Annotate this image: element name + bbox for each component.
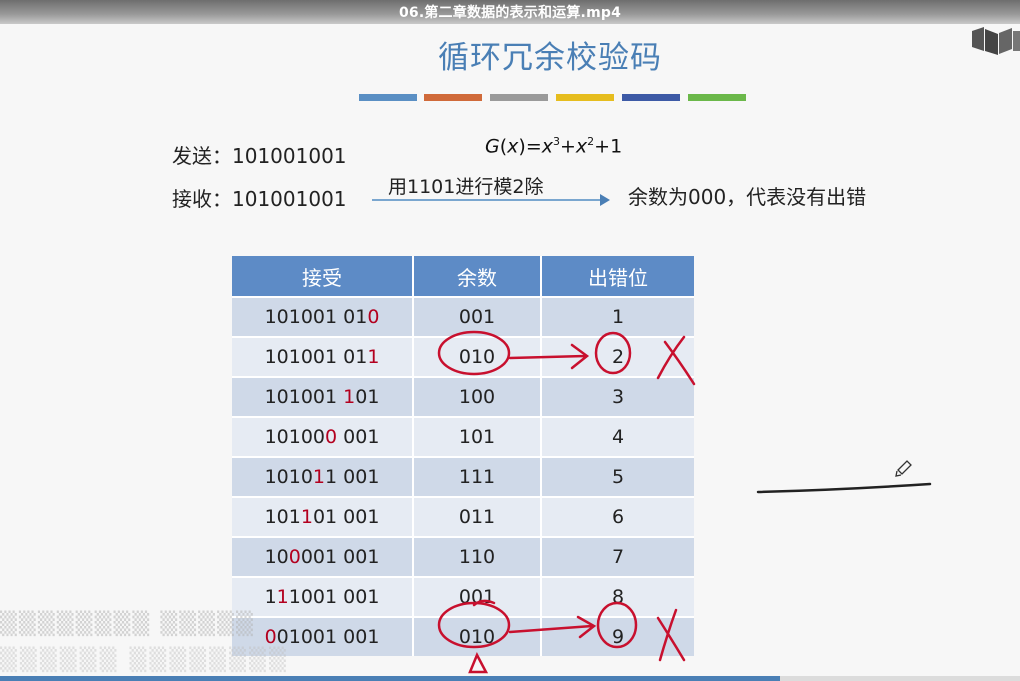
received-bits-after: 01 [355, 386, 380, 408]
send-label: 发送： [172, 144, 232, 168]
received-bits-before: 101 [264, 506, 301, 528]
send-value: 101001001 [232, 144, 347, 168]
error-position-cell: 1 [542, 296, 694, 336]
column-header-received: 接受 [232, 256, 414, 296]
received-code: 101001 010 [232, 296, 414, 336]
video-filename: 06.第二章数据的表示和运算.mp4 [398, 5, 622, 21]
table-row: 101000 001 101 4 [232, 416, 694, 456]
received-code: 101001 011 [232, 336, 414, 376]
error-position-cell: 7 [542, 536, 694, 576]
received-code: 100001 001 [232, 536, 414, 576]
received-bits-after: 01 001 [312, 506, 380, 528]
remainder-cell: 010 [414, 336, 542, 376]
accent-bar [490, 94, 548, 101]
error-bit: 1 [367, 346, 380, 368]
received-bits-before: 101001 01 [264, 346, 368, 368]
receive-row: 接收：101001001 [172, 183, 347, 212]
received-bits-after: 001 001 [300, 546, 380, 568]
received-bits-after: 1001 001 [288, 586, 380, 608]
error-bit: 0 [367, 306, 380, 328]
error-bit: 1 [343, 386, 356, 408]
received-bits-before: 1010 [264, 466, 313, 488]
remainder-cell: 001 [414, 296, 542, 336]
result-text: 余数为000，代表没有出错 [628, 185, 867, 209]
accent-bar [359, 94, 417, 101]
table-row: 001001 001 010 9 [232, 616, 694, 656]
watermark-glyphs-2: ▒▒▒▒▒▒ ▒▒▒▒▒▒▒▒ [0, 648, 289, 673]
pen-cursor-icon [895, 460, 912, 477]
received-bits-after: 1 001 [325, 466, 380, 488]
received-code: 111001 001 [232, 576, 414, 616]
remainder-cell: 001 [414, 576, 542, 616]
arrow-right-icon [600, 194, 610, 206]
error-bit: 1 [276, 586, 289, 608]
pen-underline [756, 482, 932, 494]
remainder-cell: 111 [414, 456, 542, 496]
received-code: 101011 001 [232, 456, 414, 496]
received-bits-before: 101001 [264, 386, 344, 408]
received-bits-before: 10100 [264, 426, 326, 448]
video-progress-bar[interactable] [0, 676, 1020, 681]
received-bits-after: 01001 001 [276, 626, 380, 648]
column-header-remainder: 余数 [414, 256, 542, 296]
delta-mark [468, 652, 489, 674]
accent-bar [556, 94, 614, 101]
slide-title: 循环冗余校验码 [438, 40, 662, 76]
error-bit: 1 [312, 466, 326, 488]
error-bit: 0 [264, 626, 277, 648]
table-row: 101001 011 010 2 [232, 336, 694, 376]
received-bits-before: 10 [264, 546, 289, 568]
table-row: 101101 001 011 6 [232, 496, 694, 536]
error-table: 接受 余数 出错位 101001 010 001 1 101001 011 010 2 10… [232, 256, 694, 656]
watermark-text-2: ▒▒▒▒▒▒ ▒▒▒▒▒▒▒▒ [0, 648, 289, 673]
video-progress-fill [0, 676, 781, 681]
received-bits-after: 001 [337, 426, 380, 448]
error-position-cell: 3 [542, 376, 694, 416]
send-row: 发送：101001001 [172, 140, 347, 169]
video-title-bar: 06.第二章数据的表示和运算.mp4 [0, 0, 1020, 24]
watermark-text: ▒▒▒▒▒▒▒▒ ▒▒▒▒▒ [0, 612, 255, 637]
received-bits-before: 1 [264, 586, 277, 608]
remainder-cell: 101 [414, 416, 542, 456]
remainder-cell: 011 [414, 496, 542, 536]
error-bit: 0 [325, 426, 338, 448]
error-position-cell: 4 [542, 416, 694, 456]
table-row: 101011 001 111 5 [232, 456, 694, 496]
received-code: 101000 001 [232, 416, 414, 456]
error-position-cell: 9 [542, 616, 694, 656]
table-row: 101001 010 001 1 [232, 296, 694, 336]
division-arrow-line [372, 199, 604, 201]
error-position-cell: 5 [542, 456, 694, 496]
received-code: 101001 101 [232, 376, 414, 416]
error-bit: 1 [300, 506, 313, 528]
table-row: 100001 001 110 7 [232, 536, 694, 576]
receive-value: 101001001 [232, 187, 347, 211]
course-logo-icon [972, 27, 1020, 55]
column-header-error-position: 出错位 [542, 256, 694, 296]
receive-label: 接收： [172, 187, 232, 211]
accent-bar [622, 94, 680, 101]
accent-bar [688, 94, 746, 101]
error-position-cell: 6 [542, 496, 694, 536]
table-row: 111001 001 001 8 [232, 576, 694, 616]
remainder-cell: 010 [414, 616, 542, 656]
division-note: 用1101进行模2除 [388, 176, 544, 198]
received-code: 101101 001 [232, 496, 414, 536]
error-bit: 0 [288, 546, 301, 568]
accent-bar [424, 94, 482, 101]
received-bits-before: 101001 01 [264, 306, 368, 328]
remainder-cell: 110 [414, 536, 542, 576]
error-position-cell: 8 [542, 576, 694, 616]
generator-polynomial: G(x)=x3+x2+1 [485, 135, 623, 158]
error-position-cell: 2 [542, 336, 694, 376]
watermark-glyphs: ▒▒▒▒▒▒▒▒ ▒▒▒▒▒ [0, 612, 255, 637]
table-row: 101001 101 100 3 [232, 376, 694, 416]
remainder-cell: 100 [414, 376, 542, 416]
